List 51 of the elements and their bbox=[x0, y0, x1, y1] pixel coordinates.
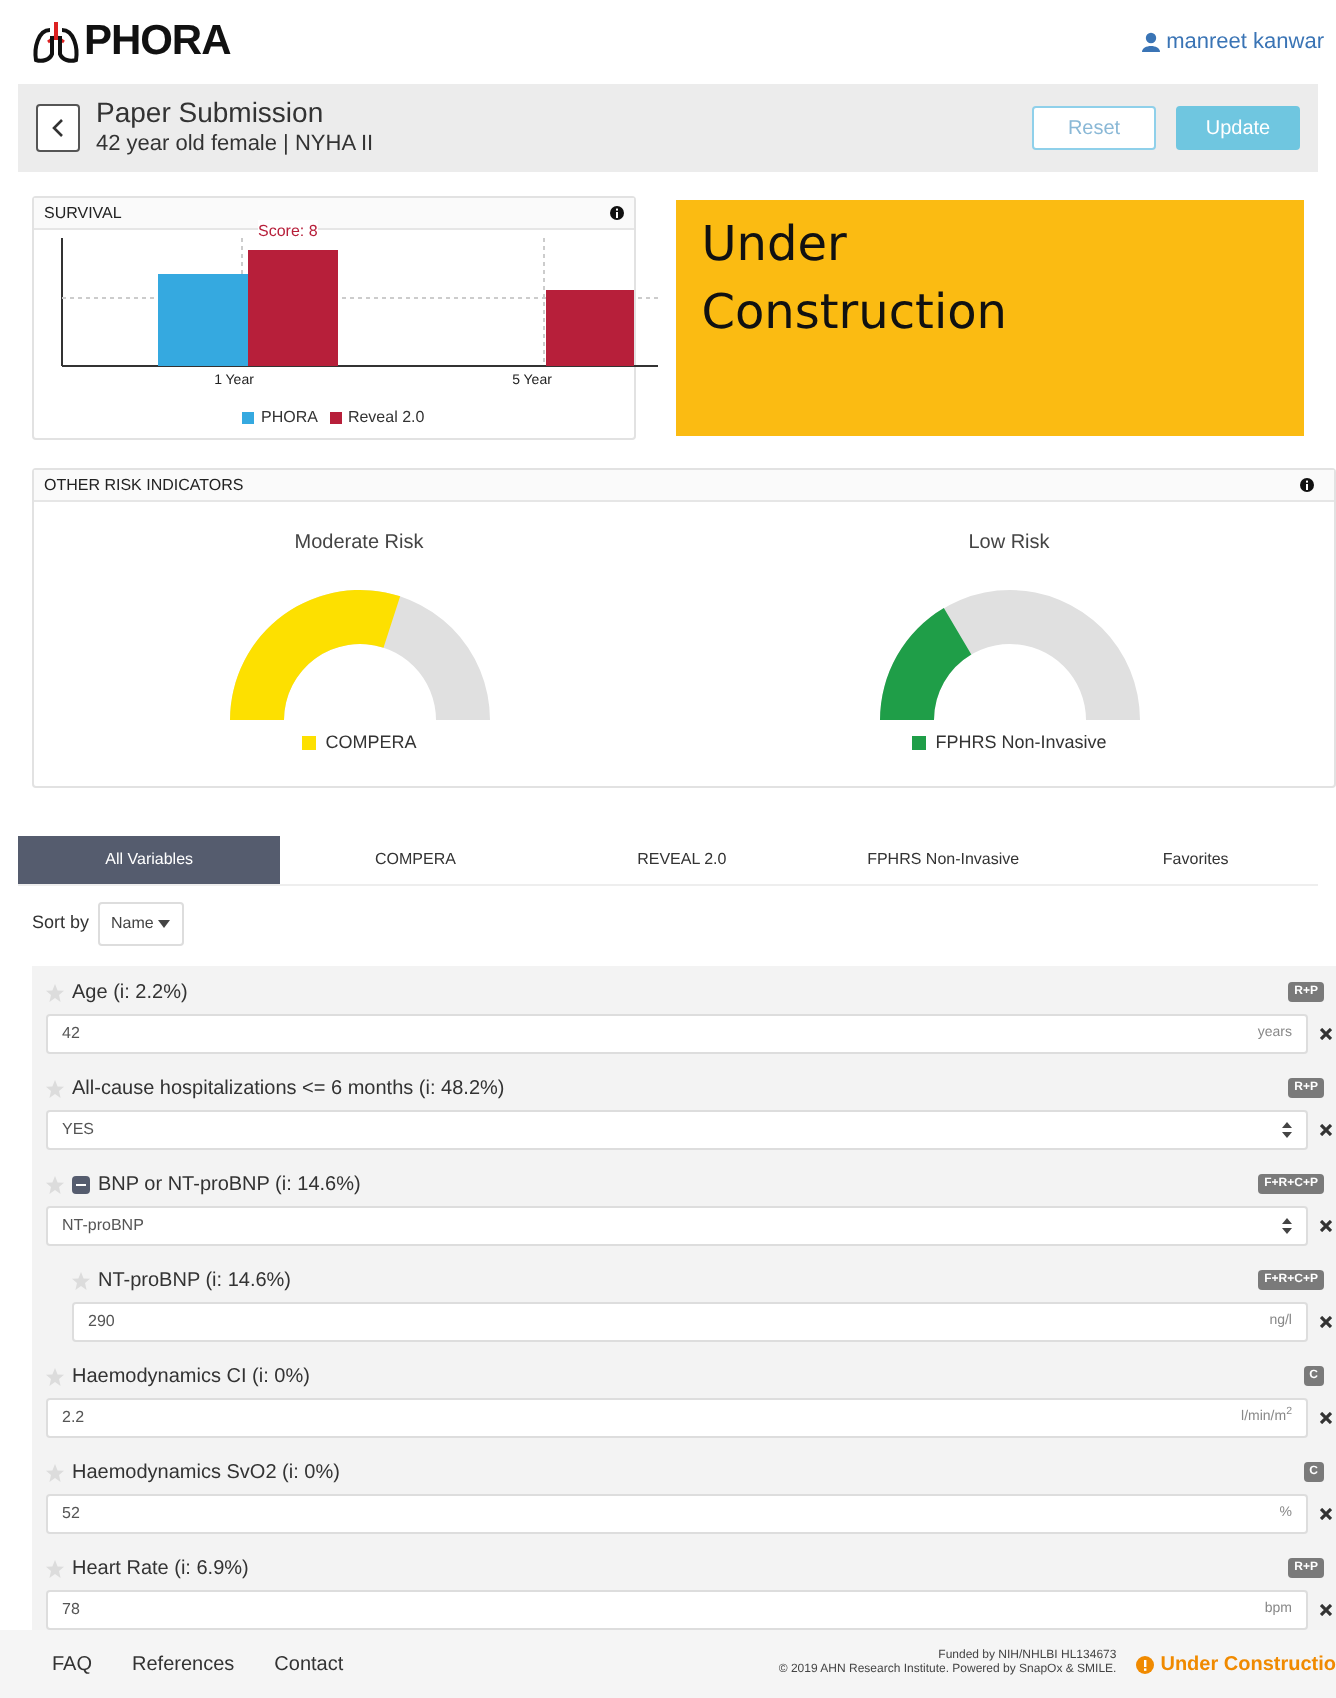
legend-label: FPHRS Non-Invasive bbox=[935, 730, 1107, 756]
logo-text: PHORA bbox=[84, 16, 231, 69]
bar bbox=[546, 290, 634, 366]
lungs-icon bbox=[32, 20, 80, 64]
page-title: Paper Submission bbox=[96, 96, 326, 132]
tab[interactable]: All Variables bbox=[18, 836, 281, 884]
close-icon bbox=[1320, 1604, 1332, 1616]
gauge-fill bbox=[879, 608, 971, 720]
variable-label: NT-proBNP (i: 14.6%) bbox=[98, 1267, 292, 1295]
close-icon bbox=[1320, 1316, 1332, 1328]
info-icon bbox=[609, 206, 624, 220]
risk-level: Low Risk bbox=[968, 530, 1050, 558]
close-icon bbox=[1320, 1412, 1332, 1424]
status-text: Under Constructio bbox=[1160, 1651, 1336, 1679]
construction-notice: Under Construction bbox=[675, 200, 1304, 436]
footer-link[interactable]: FAQ bbox=[52, 1649, 93, 1679]
info-icon bbox=[1300, 478, 1314, 492]
legend-label: COMPERA bbox=[325, 730, 417, 756]
variable-label: BNP or NT-proBNP (i: 14.6%) bbox=[98, 1171, 361, 1199]
variable-label: Haemodynamics SvO2 (i: 0%) bbox=[72, 1459, 340, 1487]
variable-label: All-cause hospitalizations <= 6 months (i: 48.2%) bbox=[72, 1075, 505, 1103]
close-icon bbox=[1320, 1220, 1332, 1232]
bar bbox=[158, 274, 248, 366]
footer-link[interactable]: Contact bbox=[274, 1649, 344, 1679]
card-title: SURVIVAL bbox=[44, 201, 122, 225]
info-icon bbox=[1136, 1655, 1155, 1673]
bar bbox=[248, 250, 338, 366]
user-name[interactable]: manreet kanwar bbox=[1166, 25, 1324, 59]
variable-label: Age (i: 2.2%) bbox=[72, 979, 188, 1007]
sort-dropdown[interactable]: Name bbox=[97, 902, 184, 946]
select-field[interactable]: NT-proBNP bbox=[46, 1206, 1308, 1246]
collapse-button[interactable] bbox=[72, 1175, 90, 1193]
close-icon bbox=[1320, 1508, 1332, 1520]
select-field[interactable]: YES bbox=[46, 1110, 1308, 1150]
updown-arrows-icon bbox=[1282, 1122, 1292, 1138]
card-title: OTHER RISK INDICATORS bbox=[44, 473, 244, 497]
sort-label: Sort by bbox=[32, 910, 90, 937]
risk-level: Moderate Risk bbox=[294, 530, 424, 558]
updown-arrows-icon bbox=[1282, 1218, 1292, 1234]
legend-label: Reveal 2.0 bbox=[347, 406, 425, 430]
legend-label: PHORA bbox=[260, 406, 318, 430]
user-icon bbox=[1142, 32, 1161, 52]
variable-label: Haemodynamics CI (i: 0%) bbox=[72, 1363, 310, 1391]
back-button[interactable] bbox=[36, 104, 80, 152]
patient-summary: 42 year old female | NYHA II bbox=[96, 131, 374, 160]
chevron-left-icon bbox=[52, 118, 64, 138]
variable-label: Heart Rate (i: 6.9%) bbox=[72, 1555, 249, 1583]
footer-link[interactable]: References bbox=[132, 1649, 235, 1679]
close-icon bbox=[1320, 1028, 1332, 1040]
caret-down-icon bbox=[157, 920, 170, 928]
close-icon bbox=[1320, 1124, 1332, 1136]
